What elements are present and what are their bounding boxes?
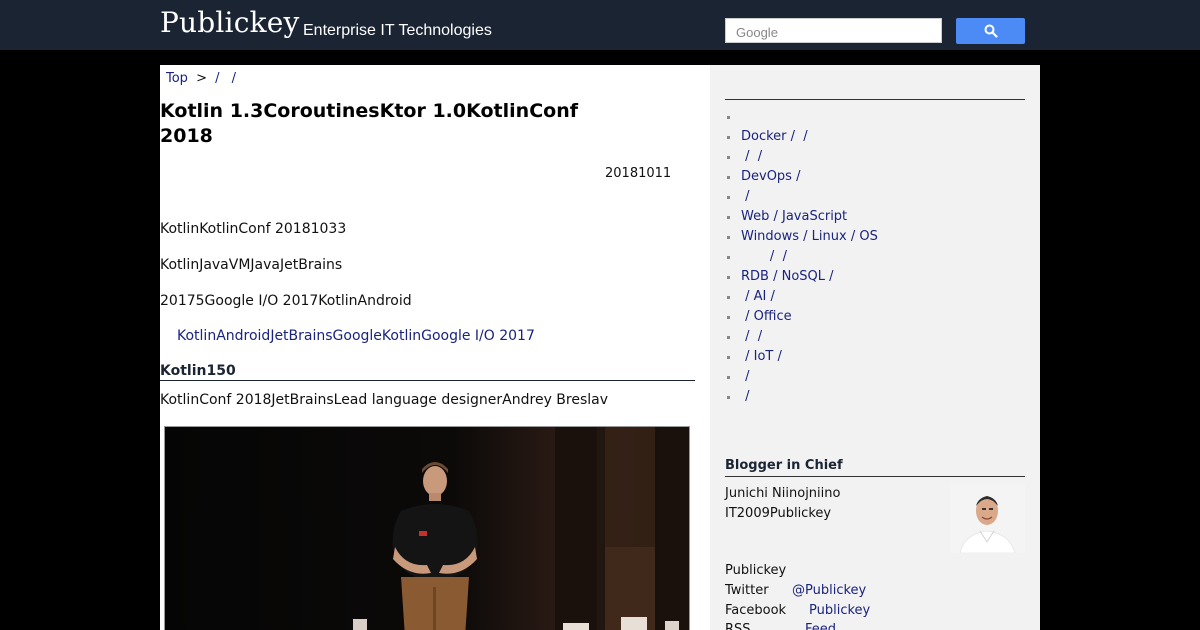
category-item[interactable]: / IoT / xyxy=(725,347,878,367)
sidebar: Docker / / / / DevOps / / Web / JavaScri… xyxy=(710,65,1040,630)
category-item[interactable] xyxy=(725,107,878,127)
category-item[interactable]: DevOps / xyxy=(725,167,878,187)
search-button[interactable] xyxy=(956,18,1025,44)
profile-bio: IT2009Publickey xyxy=(725,506,832,521)
facebook-row: Facebook Publickey xyxy=(725,603,1025,618)
category-item[interactable]: / xyxy=(725,187,878,207)
rss-link[interactable]: Feed xyxy=(805,622,836,630)
category-item[interactable]: RDB / NoSQL / xyxy=(725,267,878,287)
rss-label: RSS xyxy=(725,622,751,630)
category-item[interactable]: / xyxy=(725,367,878,387)
keynote-photo xyxy=(164,426,690,630)
site-logo[interactable]: Publickey xyxy=(160,6,300,39)
breadcrumb-subcategory-link[interactable]: / xyxy=(232,71,236,86)
breadcrumb: Top > / / xyxy=(166,71,236,86)
avatar xyxy=(950,484,1025,553)
article-paragraph-1: KotlinKotlinConf 20181033 xyxy=(160,221,347,237)
site-header: Publickey Enterprise IT Technologies xyxy=(0,0,1200,50)
profile-name: Junichi Niinojniino xyxy=(725,486,841,501)
site-tagline: Enterprise IT Technologies xyxy=(303,22,492,39)
article-paragraph-3: 20175Google I/O 2017KotlinAndroid xyxy=(160,293,412,309)
speaker-on-stage-image xyxy=(165,427,689,630)
category-item[interactable]: Windows / Linux / OS xyxy=(725,227,878,247)
facebook-link[interactable]: Publickey xyxy=(809,603,870,618)
rss-row: RSS Feed xyxy=(725,622,1025,630)
article-paragraph-4: KotlinConf 2018JetBrainsLead language de… xyxy=(160,392,609,408)
author-portrait-image xyxy=(950,484,1025,553)
article-main: Top > / / Kotlin 1.3CoroutinesKtor 1.0Ko… xyxy=(160,65,710,630)
article-paragraph-2: KotlinJavaVMJavaJetBrains xyxy=(160,257,343,273)
sidebar-divider xyxy=(725,99,1025,100)
category-item[interactable]: / Office xyxy=(725,307,878,327)
category-list: Docker / / / / DevOps / / Web / JavaScri… xyxy=(725,107,878,407)
breadcrumb-arrow: > xyxy=(196,71,207,86)
article-quote-link[interactable]: KotlinAndroidJetBrainsGoogleKotlinGoogle… xyxy=(177,328,535,344)
breadcrumb-category-link[interactable]: / xyxy=(215,71,219,86)
article-date: 20181011 xyxy=(605,166,672,181)
category-item[interactable]: Docker / / xyxy=(725,127,878,147)
search-box xyxy=(725,18,942,43)
category-item[interactable]: / / xyxy=(725,147,878,167)
category-item[interactable]: / xyxy=(725,387,878,407)
article-title: Kotlin 1.3CoroutinesKtor 1.0KotlinConf 2… xyxy=(160,100,578,147)
twitter-label: Twitter xyxy=(725,583,769,598)
breadcrumb-top-link[interactable]: Top xyxy=(166,71,188,86)
magnifier-icon xyxy=(984,24,998,38)
search-input[interactable] xyxy=(726,19,941,42)
blogger-heading: Blogger in Chief xyxy=(725,458,1025,477)
category-item[interactable]: / / xyxy=(725,247,878,267)
facebook-label: Facebook xyxy=(725,603,787,618)
article-section-heading: Kotlin150 xyxy=(160,363,695,381)
twitter-link[interactable]: @Publickey xyxy=(792,583,866,598)
twitter-row: Twitter @Publickey xyxy=(725,583,1025,598)
category-item[interactable]: / / xyxy=(725,327,878,347)
category-item[interactable]: Web / JavaScript xyxy=(725,207,878,227)
category-item[interactable]: / AI / xyxy=(725,287,878,307)
contact-title: Publickey xyxy=(725,563,787,578)
